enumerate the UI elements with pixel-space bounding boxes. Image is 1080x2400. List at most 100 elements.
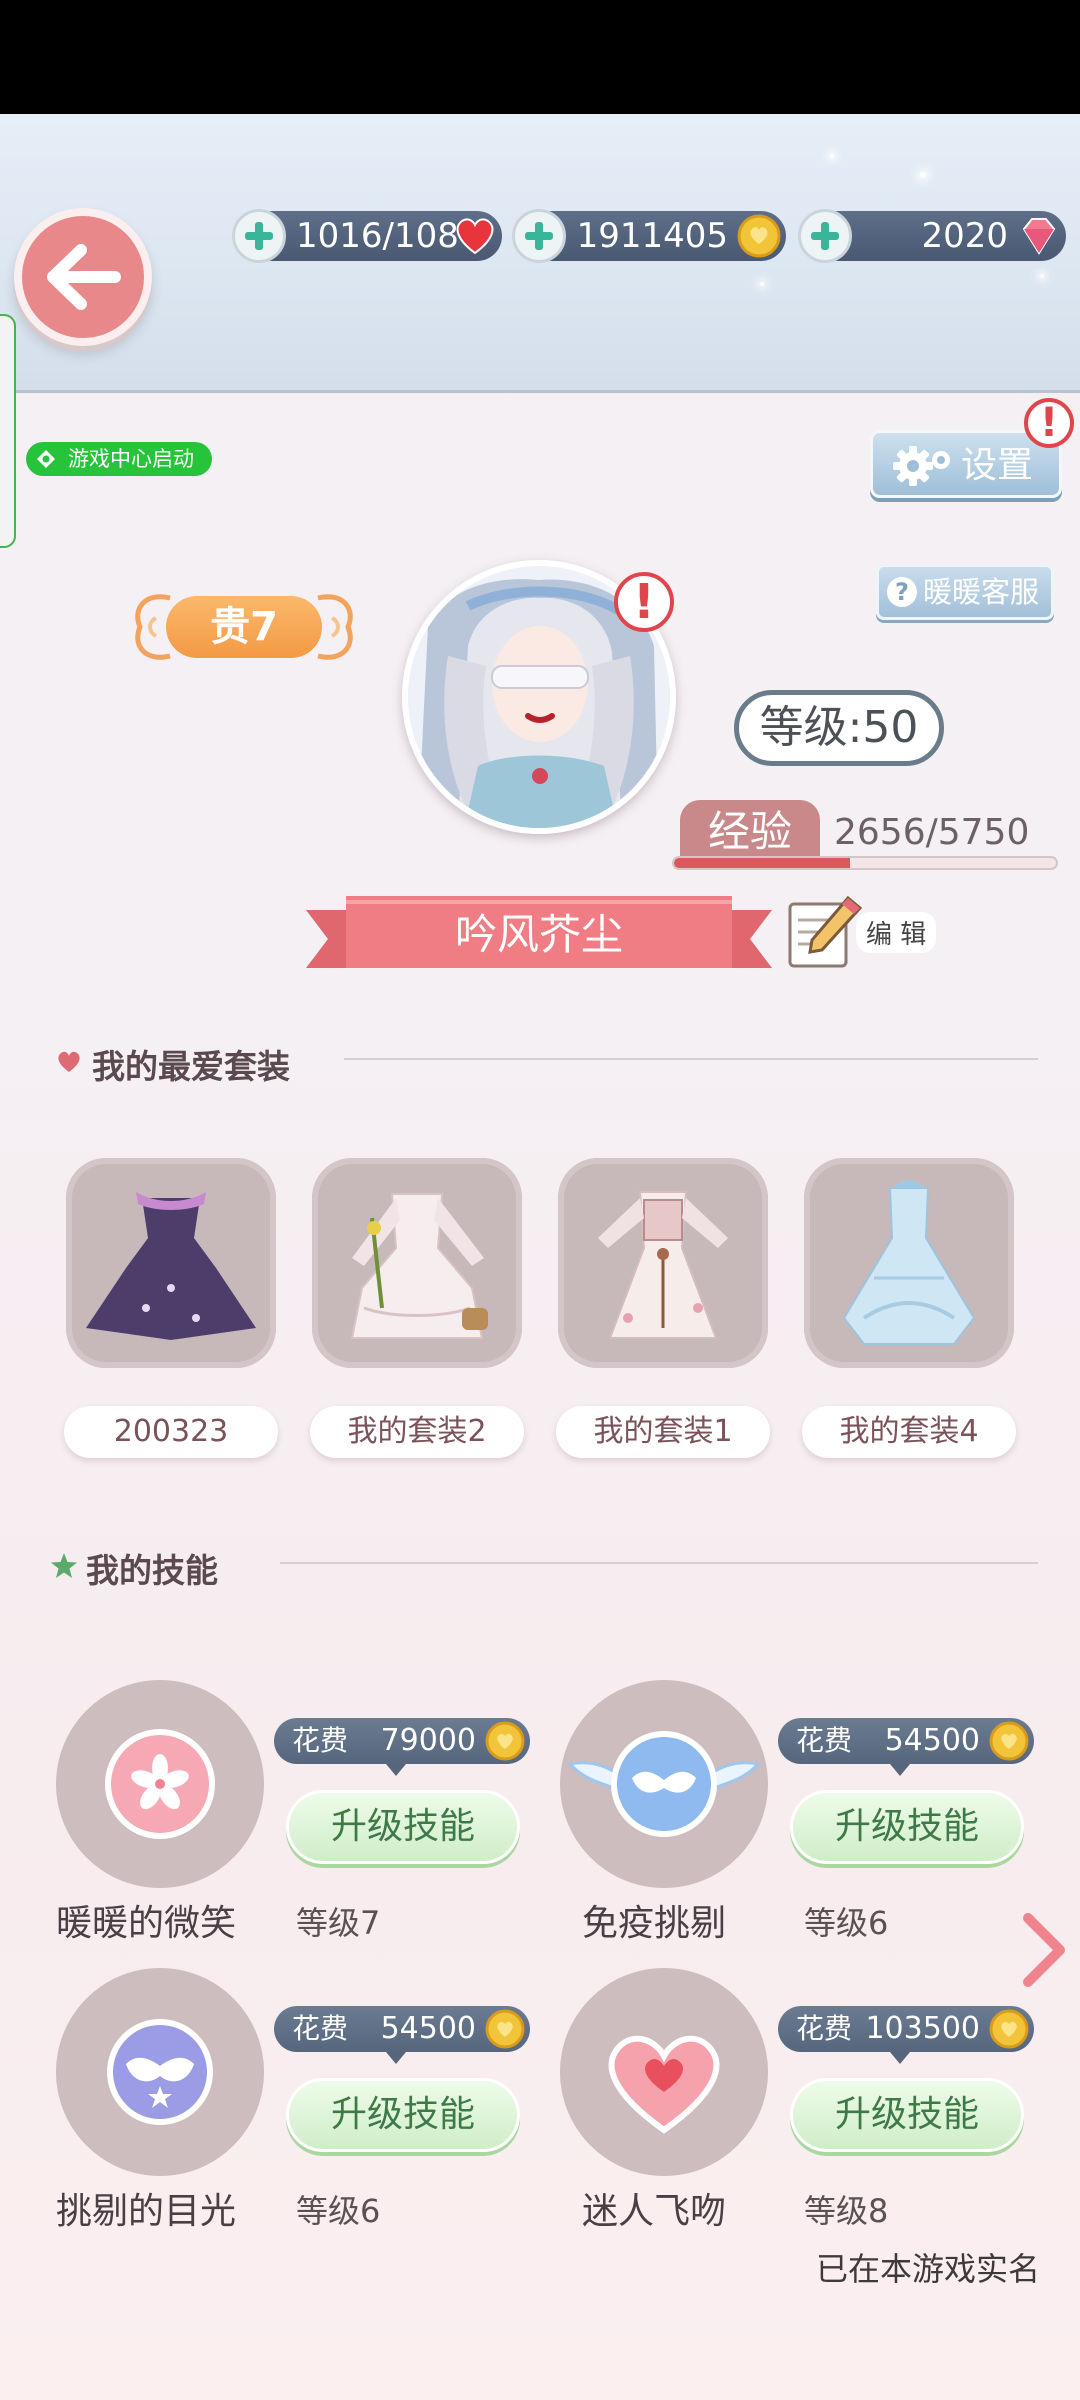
exp-progress-fill bbox=[674, 858, 850, 868]
player-level: 等级:50 bbox=[734, 690, 944, 766]
outfit-card-4[interactable] bbox=[804, 1158, 1014, 1368]
mask-icon bbox=[107, 2019, 213, 2125]
upgrade-skill-button[interactable]: 升级技能 bbox=[790, 2078, 1024, 2152]
exp-value: 2656/5750 bbox=[834, 812, 1030, 853]
outfit-label-3: 我的套装1 bbox=[556, 1406, 770, 1458]
sparkle-decoration bbox=[1040, 274, 1044, 278]
gear-icon bbox=[893, 446, 950, 486]
winged-mask-icon bbox=[567, 1731, 761, 1837]
cost-pointer bbox=[386, 1764, 406, 1776]
star-section-icon bbox=[51, 1553, 77, 1578]
stamina-value: 1016/108 bbox=[296, 216, 459, 256]
cost-pointer bbox=[890, 1764, 910, 1776]
outfit-card-1[interactable] bbox=[66, 1158, 276, 1368]
skill-cost-pill: 花费 54500 bbox=[778, 1718, 1034, 1776]
section-divider bbox=[280, 1562, 1038, 1564]
side-pull-tab[interactable] bbox=[0, 314, 16, 548]
gold-coin-icon bbox=[989, 2009, 1029, 2049]
settings-alert-icon: ! bbox=[1024, 398, 1074, 448]
diamond-counter: 2020 bbox=[798, 209, 1066, 263]
skill-level: 等级6 bbox=[296, 2192, 381, 2230]
cost-label: 花费 bbox=[796, 2012, 853, 2045]
outfit-card-3[interactable] bbox=[558, 1158, 768, 1368]
upgrade-skill-label: 升级技能 bbox=[330, 1806, 475, 1847]
pencil-paper-icon bbox=[788, 895, 863, 968]
settings-label: 设置 bbox=[961, 445, 1034, 486]
realname-notice: 已在本游戏实名 bbox=[815, 2250, 1040, 2288]
vip-label: 贵7 bbox=[166, 596, 322, 658]
upgrade-skill-label: 升级技能 bbox=[834, 1806, 979, 1847]
cost-pointer bbox=[386, 2052, 406, 2064]
skill-cost-value: 103500 bbox=[865, 2011, 980, 2046]
sparkle-decoration bbox=[920, 172, 926, 178]
gold-coin-icon bbox=[989, 1721, 1029, 1761]
cost-label: 花费 bbox=[292, 2012, 349, 2045]
outfit-dress-purple-image bbox=[86, 1192, 256, 1340]
edit-label: 编 辑 bbox=[856, 912, 937, 953]
add-diamond-button[interactable] bbox=[798, 209, 852, 263]
status-bar bbox=[0, 0, 1080, 114]
skill-name: 暖暖的微笑 bbox=[56, 1903, 237, 1944]
cost-label: 花费 bbox=[292, 1724, 349, 1757]
stamina-counter: 1016/108 bbox=[232, 209, 502, 263]
gold-value: 1911405 bbox=[576, 216, 728, 256]
skill-cost-pill: 花费 54500 bbox=[274, 2006, 530, 2064]
outfit-card-2[interactable] bbox=[312, 1158, 522, 1368]
skill-icon-frame[interactable] bbox=[56, 1680, 264, 1888]
game-center-button[interactable]: 游戏中心启动 bbox=[26, 442, 212, 476]
exp-label: 经验 bbox=[680, 800, 820, 864]
favorite-outfits-title: 我的最爱套装 bbox=[92, 1047, 290, 1086]
skill-icon-frame[interactable] bbox=[560, 1680, 768, 1888]
sakura-icon bbox=[105, 1729, 215, 1839]
skill-cost-value: 54500 bbox=[380, 2011, 476, 2046]
gold-coin-icon bbox=[737, 214, 781, 258]
game-center-label: 游戏中心启动 bbox=[68, 447, 194, 471]
upgrade-skill-label: 升级技能 bbox=[834, 2094, 979, 2135]
next-page-chevron-icon[interactable] bbox=[1016, 1910, 1072, 1990]
diamond-value: 2020 bbox=[921, 216, 1008, 256]
skill-icon-frame[interactable] bbox=[560, 1968, 768, 2176]
skill-cost-value: 54500 bbox=[884, 1723, 980, 1758]
player-name-banner: 吟风芥尘 bbox=[306, 896, 772, 976]
cost-label: 花费 bbox=[796, 1724, 853, 1757]
back-arrow-icon bbox=[47, 244, 121, 310]
back-button[interactable] bbox=[14, 208, 152, 346]
add-gold-button[interactable] bbox=[512, 209, 566, 263]
skill-level: 等级8 bbox=[804, 2192, 889, 2230]
gold-coin-icon bbox=[485, 2009, 525, 2049]
outfit-dress-blue-image bbox=[842, 1180, 976, 1345]
plus-icon bbox=[811, 222, 839, 250]
plus-icon bbox=[245, 222, 273, 250]
sparkle-decoration bbox=[830, 154, 834, 158]
plus-icon bbox=[525, 222, 553, 250]
avatar-alert-icon: ! bbox=[614, 572, 674, 632]
vip-badge[interactable]: 贵7 bbox=[126, 588, 362, 666]
outfit-dress-white-image bbox=[350, 1193, 488, 1339]
skill-cost-pill: 花费 79000 bbox=[274, 1718, 530, 1776]
game-center-icon bbox=[37, 450, 55, 468]
outfit-label-2: 我的套装2 bbox=[310, 1406, 524, 1458]
gold-coin-icon bbox=[485, 1721, 525, 1761]
cost-pointer bbox=[890, 2052, 910, 2064]
skill-level: 等级7 bbox=[296, 1904, 381, 1942]
upgrade-skill-button[interactable]: 升级技能 bbox=[286, 1790, 520, 1864]
skill-icon-frame[interactable] bbox=[56, 1968, 264, 2176]
question-icon: ? bbox=[887, 577, 917, 607]
upgrade-skill-label: 升级技能 bbox=[330, 2094, 475, 2135]
gold-counter: 1911405 bbox=[512, 209, 786, 263]
section-divider bbox=[344, 1058, 1038, 1060]
skills-title: 我的技能 bbox=[86, 1551, 218, 1590]
customer-service-label: 暖暖客服 bbox=[923, 575, 1040, 609]
heart-section-icon bbox=[58, 1051, 80, 1072]
skill-cost-pill: 花费 103500 bbox=[778, 2006, 1034, 2064]
skill-name: 免疫挑剔 bbox=[582, 1903, 727, 1944]
add-stamina-button[interactable] bbox=[232, 209, 286, 263]
outfit-dress-cream-image bbox=[598, 1191, 728, 1339]
upgrade-skill-button[interactable]: 升级技能 bbox=[790, 1790, 1024, 1864]
player-name: 吟风芥尘 bbox=[454, 910, 623, 959]
skill-name: 迷人飞吻 bbox=[582, 2191, 727, 2232]
diamond-icon bbox=[1022, 218, 1056, 255]
heart-icon bbox=[608, 2035, 720, 2134]
customer-service-button[interactable]: ? 暖暖客服 bbox=[876, 564, 1054, 620]
upgrade-skill-button[interactable]: 升级技能 bbox=[286, 2078, 520, 2152]
